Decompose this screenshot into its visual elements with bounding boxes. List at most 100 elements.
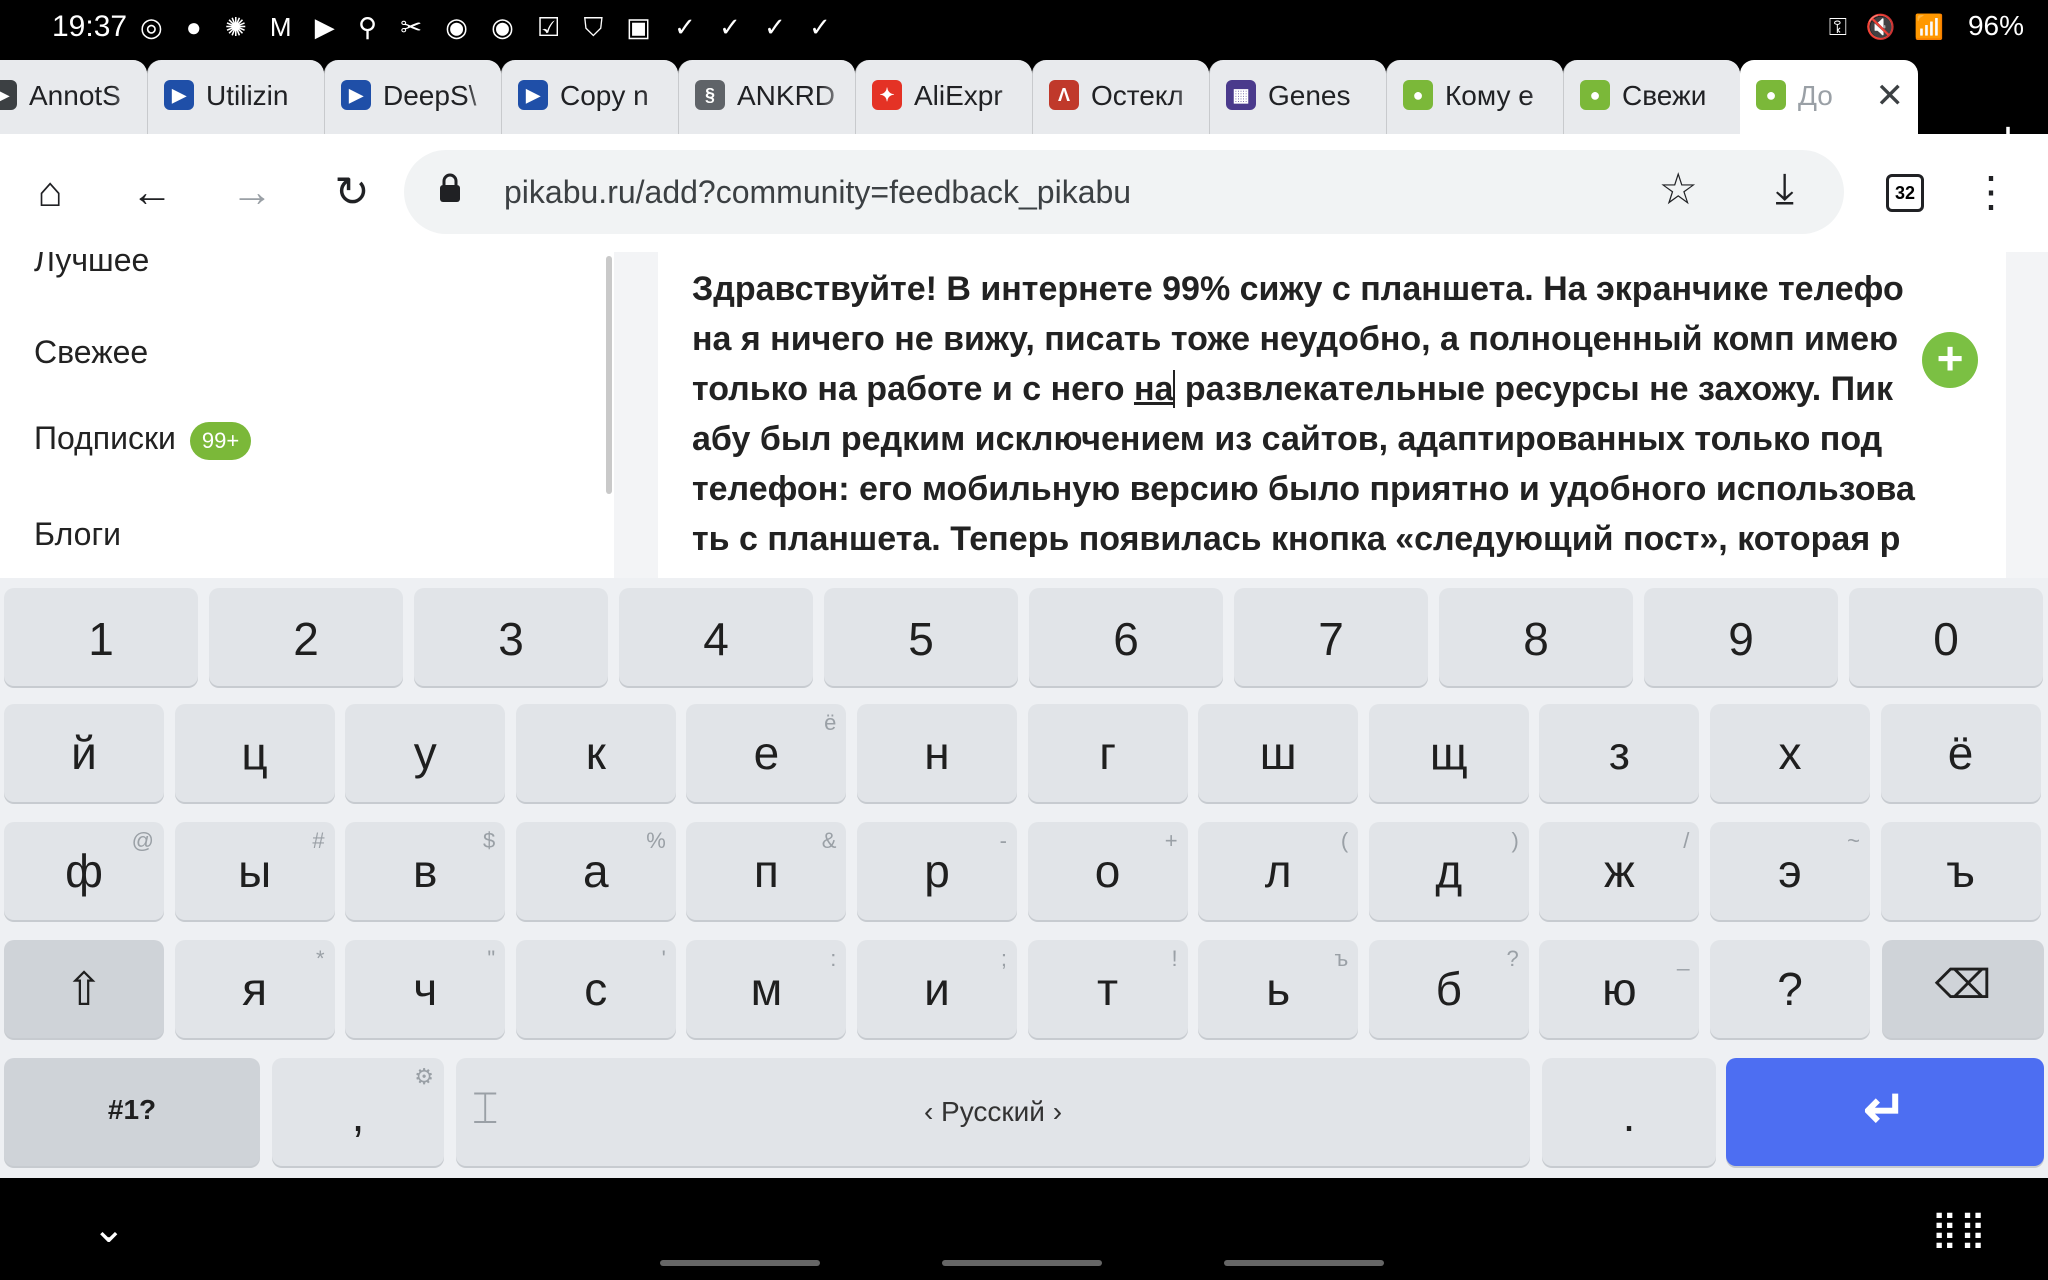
comma-key[interactable]: , ⚙ <box>272 1058 444 1166</box>
text-line-with-cursor: только на работе и с него на развлекател… <box>692 364 1992 414</box>
tab-strip: ▶ AnnotS ▶ Utilizin ▶ DeepS\ ▶ Copy n §ANKRD ✦ Ali… <box>0 54 2048 164</box>
url-text[interactable]: pikabu.ru/add?community=feedback_pikabu <box>504 174 1131 211</box>
nav-handle <box>660 1260 820 1266</box>
browser-tab[interactable]: ▶ Utilizin <box>147 60 324 134</box>
key-secondary-label: : <box>830 946 837 971</box>
home-icon[interactable]: ⌂ <box>22 164 78 220</box>
key-digit-2[interactable]: 2 <box>209 588 403 686</box>
shift-key[interactable]: ⇧ <box>4 940 164 1038</box>
browser-tab[interactable]: ▶ DeepS\ <box>324 60 501 134</box>
sidebar-scrollbar[interactable] <box>606 256 612 494</box>
tab-title: До <box>1798 80 1833 111</box>
key-label: к <box>585 727 606 779</box>
back-icon[interactable]: ← <box>124 164 180 220</box>
key-secondary-label: ~ <box>1847 828 1860 853</box>
browser-tab[interactable]: ▶ Copy n <box>501 60 678 134</box>
browser-tab[interactable]: Λ Остекл <box>1032 60 1209 134</box>
overflow-menu-icon[interactable]: ⋮ <box>1970 164 2012 220</box>
lock-icon <box>438 172 462 209</box>
symbols-key[interactable]: #1? <box>4 1058 260 1166</box>
key-label: ⇧ <box>64 963 104 1015</box>
key-secondary-label: ъ <box>1334 946 1349 971</box>
key-digit-1[interactable]: 1 <box>4 588 198 686</box>
browser-tab[interactable]: ▦ Genes <box>1209 60 1386 134</box>
tab-switcher-button[interactable]: 32 <box>1886 174 1924 212</box>
key-letter[interactable]: х <box>1710 704 1870 802</box>
key-letter[interactable]: э ~ <box>1710 822 1870 920</box>
close-tab-icon[interactable]: ✕ <box>1876 76 1905 116</box>
reload-icon[interactable]: ↻ <box>324 164 380 220</box>
key-letter[interactable]: р- <box>857 822 1017 920</box>
browser-tab[interactable]: § ANKRD <box>678 60 855 134</box>
key-digit-0[interactable]: 0 <box>1849 588 2043 686</box>
browser-tab[interactable]: ✦ AliExpr <box>855 60 1032 134</box>
key-digit-6[interactable]: 6 <box>1029 588 1223 686</box>
browser-tab[interactable]: ▶ AnnotS <box>0 60 147 134</box>
key-letter[interactable]: з <box>1539 704 1700 802</box>
sidebar-item-blogs[interactable]: Блоги <box>34 516 121 553</box>
key-letter[interactable]: ё <box>1880 704 2041 802</box>
bookmark-star-icon[interactable]: ☆ <box>1659 164 1698 215</box>
key-letter[interactable]: п & <box>686 822 847 920</box>
browser-tab[interactable]: ● Кому е <box>1386 60 1563 134</box>
key-letter[interactable]: д) <box>1368 822 1529 920</box>
sidebar-item-subscriptions[interactable]: Подписки 99+ <box>34 420 252 460</box>
keyboard-switch-icon[interactable]: ⣿⣿ <box>1931 1208 1988 1250</box>
key-digit-4[interactable]: 4 <box>619 588 813 686</box>
browser-tab[interactable]: ● До ✕ <box>1740 60 1918 134</box>
tab-fade <box>1704 60 1740 134</box>
address-bar[interactable]: pikabu.ru/add?community=feedback_pikabu … <box>404 150 1844 234</box>
key-letter[interactable]: в $ <box>345 822 506 920</box>
period-key[interactable]: . <box>1542 1058 1716 1166</box>
key-letter[interactable]: у <box>345 704 506 802</box>
key-letter[interactable]: и; <box>857 940 1017 1038</box>
key-letter[interactable]: щ <box>1368 704 1529 802</box>
key-letter[interactable]: ю _ <box>1539 940 1700 1038</box>
forward-icon[interactable]: → <box>224 164 280 220</box>
key-letter[interactable]: с ' <box>515 940 676 1038</box>
key-label: д <box>1435 845 1463 897</box>
key-digit-8[interactable]: 8 <box>1439 588 1633 686</box>
key-digit-7[interactable]: 7 <box>1234 588 1428 686</box>
key-letter[interactable]: ц <box>174 704 335 802</box>
key-letter[interactable]: её <box>686 704 847 802</box>
hide-keyboard-chevron-icon[interactable]: ⌄ <box>92 1206 126 1252</box>
key-letter[interactable]: м: <box>686 940 847 1038</box>
key-digit-5[interactable]: 5 <box>824 588 1018 686</box>
key-letter[interactable]: ? <box>1710 940 1870 1038</box>
download-icon[interactable]: ⤓ <box>1775 164 1794 213</box>
space-key[interactable]: ‹ Русский › ⌶ <box>456 1058 1530 1166</box>
key-label: ю <box>1602 963 1637 1015</box>
key-letter[interactable]: й <box>4 704 164 802</box>
key-digit-3[interactable]: 3 <box>414 588 608 686</box>
key-letter[interactable]: ч " <box>345 940 506 1038</box>
key-letter[interactable]: а% <box>515 822 676 920</box>
key-letter[interactable]: ж / <box>1539 822 1700 920</box>
key-digit-9[interactable]: 9 <box>1644 588 1838 686</box>
key-letter[interactable]: н <box>857 704 1017 802</box>
key-letter[interactable]: ш <box>1198 704 1359 802</box>
text-cursor-word: на <box>1133 370 1176 408</box>
key-letter[interactable]: ьъ <box>1198 940 1359 1038</box>
key-letter[interactable]: б? <box>1368 940 1529 1038</box>
post-editor[interactable]: Здравствуйте! В интернете 99% сижу с пла… <box>658 252 2006 578</box>
add-block-plus-icon[interactable]: + <box>1922 332 1978 388</box>
key-letter[interactable]: о + <box>1027 822 1188 920</box>
tab-favicon-icon: ▶ <box>341 80 371 110</box>
key-letter[interactable]: г <box>1027 704 1188 802</box>
key-letter[interactable]: ф @ <box>4 822 164 920</box>
key-letter[interactable]: к <box>515 704 676 802</box>
key-letter[interactable]: ъ <box>1880 822 2041 920</box>
key-letter[interactable]: я * <box>174 940 335 1038</box>
post-text[interactable]: Здравствуйте! В интернете 99% сижу с пла… <box>692 264 1992 564</box>
key-letter[interactable]: т! <box>1027 940 1188 1038</box>
browser-tab[interactable]: ● Свежи <box>1563 60 1740 134</box>
sidebar-item-fresh[interactable]: Свежее <box>34 334 148 371</box>
key-letter[interactable]: л( <box>1198 822 1359 920</box>
backspace-key[interactable]: ⌫ <box>1882 940 2044 1038</box>
key-secondary-label: $ <box>482 828 496 853</box>
tab-favicon-icon: ● <box>1756 80 1786 110</box>
sidebar-item-best[interactable]: Лучшее <box>34 252 149 279</box>
enter-key[interactable]: ↵ <box>1726 1058 2044 1166</box>
key-letter[interactable]: ы # <box>174 822 335 920</box>
